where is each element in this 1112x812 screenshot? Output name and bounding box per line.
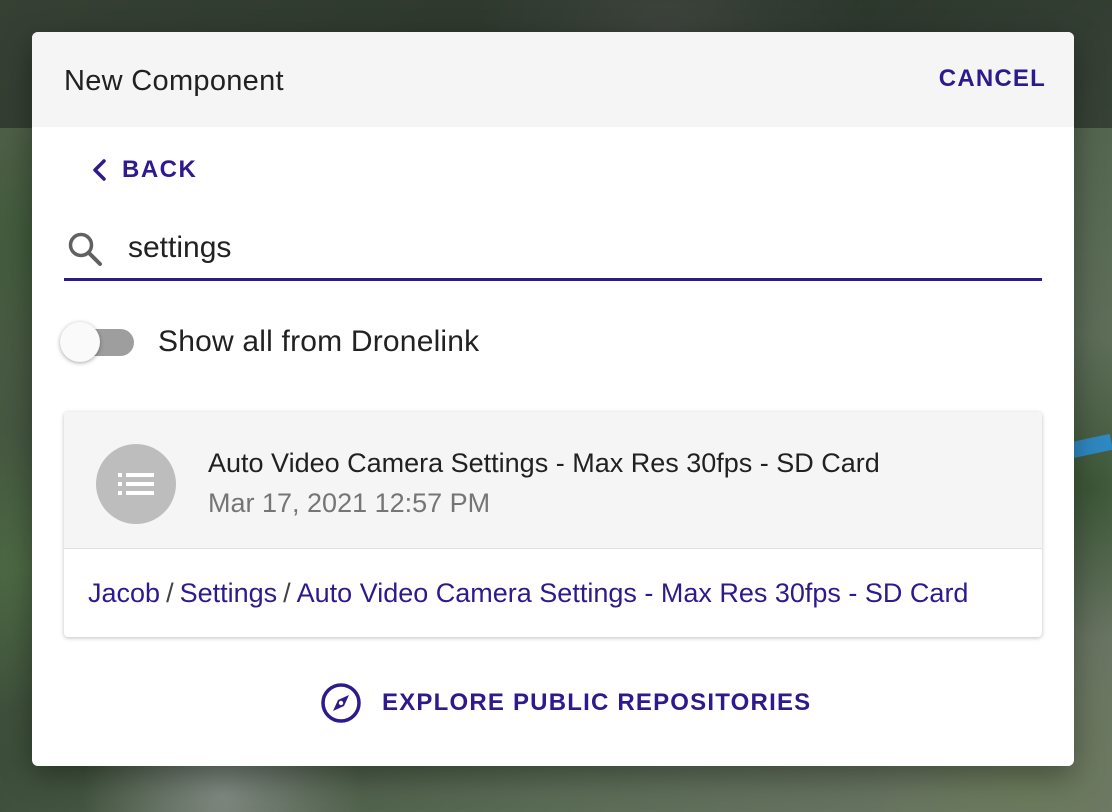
dialog-header: New Component CANCEL: [32, 32, 1074, 127]
search-icon: [68, 232, 102, 266]
result-avatar: [96, 444, 176, 524]
breadcrumb-separator: /: [166, 578, 174, 608]
dialog-title: New Component: [64, 65, 284, 97]
search-input[interactable]: [128, 226, 1008, 270]
explore-button-label: EXPLORE PUBLIC REPOSITORIES: [382, 689, 812, 716]
chevron-left-icon: [93, 159, 106, 181]
result-card: Auto Video Camera Settings - Max Res 30f…: [64, 412, 1042, 637]
search-field: [64, 222, 1042, 281]
back-button-label: BACK: [122, 156, 198, 183]
compass-icon: [321, 683, 361, 723]
result-date: Mar 17, 2021 12:57 PM: [208, 488, 491, 518]
breadcrumb-owner-link[interactable]: Jacob: [88, 578, 160, 608]
back-button[interactable]: BACK: [88, 156, 197, 184]
result-item[interactable]: Auto Video Camera Settings - Max Res 30f…: [64, 412, 1042, 549]
breadcrumb-separator: /: [283, 578, 291, 608]
breadcrumb-folder-link[interactable]: Settings: [180, 578, 278, 608]
toggle-thumb: [60, 322, 100, 362]
show-all-toggle-row: Show all from Dronelink: [60, 322, 479, 362]
breadcrumb-component-link[interactable]: Auto Video Camera Settings - Max Res 30f…: [297, 578, 969, 608]
show-all-toggle[interactable]: [60, 322, 136, 362]
result-title: Auto Video Camera Settings - Max Res 30f…: [208, 448, 880, 478]
show-all-toggle-label: Show all from Dronelink: [158, 325, 480, 358]
result-breadcrumb: Jacob / Settings / Auto Video Camera Setting…: [88, 578, 968, 609]
explore-public-repositories-button[interactable]: EXPLORE PUBLIC REPOSITORIES: [320, 682, 811, 724]
list-icon: [118, 473, 154, 495]
new-component-dialog: New Component CANCEL BACK Show all from …: [32, 32, 1074, 766]
cancel-button[interactable]: CANCEL: [939, 65, 1046, 93]
